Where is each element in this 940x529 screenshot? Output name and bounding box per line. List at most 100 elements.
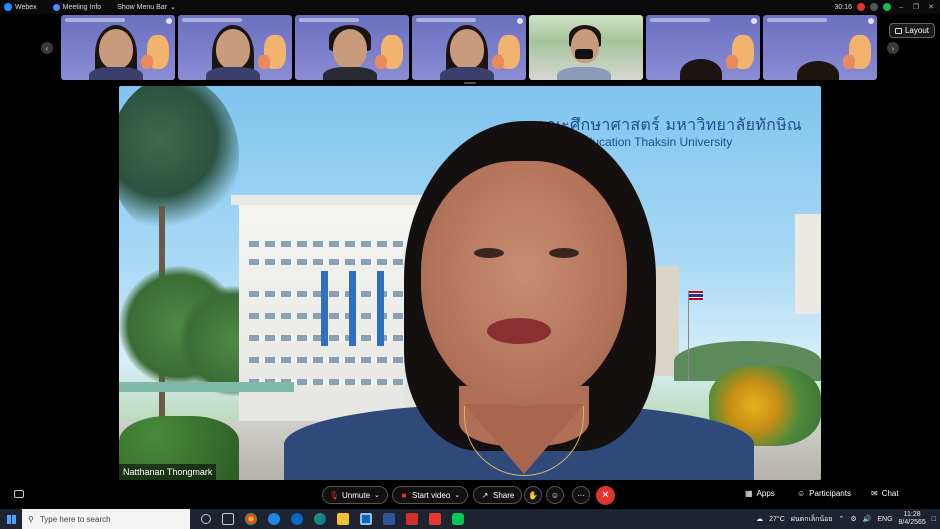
- file-explorer-icon[interactable]: [337, 513, 349, 525]
- participant-tile[interactable]: [646, 15, 760, 80]
- layout-grid-icon: [894, 27, 902, 34]
- windows-taskbar: ⚲ Type here to search ☁ 27°C ฝนตกเล็กน้อ…: [0, 509, 940, 529]
- search-placeholder: Type here to search: [39, 514, 111, 524]
- powerpoint-icon[interactable]: [429, 513, 441, 525]
- tile-status-icon: [751, 18, 757, 24]
- edge-new-icon[interactable]: [314, 513, 326, 525]
- language-indicator[interactable]: ENG: [877, 516, 892, 523]
- webex-brand[interactable]: Webex: [4, 3, 37, 11]
- start-button[interactable]: [0, 509, 22, 529]
- more-options-button[interactable]: ···: [572, 486, 590, 504]
- weather-text[interactable]: ฝนตกเล็กน้อย: [791, 514, 833, 525]
- share-label: Share: [493, 490, 515, 500]
- restore-icon[interactable]: ❐: [911, 3, 921, 11]
- participant-tile[interactable]: [763, 15, 877, 80]
- minimize-icon[interactable]: –: [896, 4, 906, 11]
- participant-tile[interactable]: [61, 15, 175, 80]
- task-view-icon[interactable]: [222, 513, 234, 525]
- webex-active-icon[interactable]: [360, 513, 372, 525]
- chevron-down-icon[interactable]: ⌄: [374, 491, 380, 499]
- layout-label: Layout: [904, 26, 930, 35]
- system-tray: ☁ 27°C ฝนตกเล็กน้อย ⌃ ⚙ 🔊 ENG 11:28 8/4/…: [756, 509, 936, 529]
- clock-date: 8/4/2565: [898, 519, 926, 526]
- participant-filmstrip: [61, 15, 877, 81]
- meeting-info-label: Meeting Info: [62, 3, 102, 11]
- captions-icon[interactable]: [14, 490, 24, 498]
- chevron-up-icon[interactable]: ⌃: [838, 515, 844, 523]
- edge-icon[interactable]: [268, 513, 280, 525]
- info-icon: [52, 3, 60, 11]
- notifications-icon[interactable]: □: [932, 516, 936, 523]
- app-name: Webex: [15, 3, 37, 11]
- close-icon[interactable]: ✕: [926, 3, 936, 11]
- clock-time: 11:28: [903, 511, 921, 518]
- participants-button[interactable]: ☺ Participants: [797, 489, 851, 498]
- hand-icon: ✋: [528, 490, 538, 500]
- windows-logo-icon: [6, 514, 16, 524]
- taskbar-search-input[interactable]: ⚲ Type here to search: [22, 509, 190, 529]
- unmute-button[interactable]: 🎙 Unmute ⌄: [322, 486, 388, 504]
- speaker-face: [421, 161, 627, 406]
- tile-status-icon: [868, 18, 874, 24]
- participant-face: [99, 29, 133, 69]
- layout-button[interactable]: Layout: [889, 23, 935, 38]
- chevron-down-icon[interactable]: ⌄: [454, 491, 460, 499]
- weather-icon[interactable]: ☁: [756, 515, 763, 523]
- participant-face: [216, 29, 250, 69]
- video-off-icon: ■: [401, 490, 407, 500]
- chat-label: Chat: [881, 489, 899, 498]
- start-video-label: Start video: [412, 490, 451, 500]
- participant-tile[interactable]: [295, 15, 409, 80]
- participant-tile[interactable]: [412, 15, 526, 80]
- show-menu-bar-button[interactable]: Show Menu Bar ⌄: [117, 3, 176, 12]
- unmute-label: Unmute: [342, 490, 371, 500]
- chrome-icon[interactable]: [245, 513, 257, 525]
- apps-button[interactable]: ▦ Apps: [745, 489, 775, 498]
- cortana-icon[interactable]: [201, 514, 211, 524]
- apps-label: Apps: [756, 489, 775, 498]
- smiley-icon: ☺: [550, 490, 560, 500]
- menu-bar: Webex Meeting Info Show Menu Bar ⌄ 30:16…: [0, 0, 940, 14]
- participant-tile[interactable]: [178, 15, 292, 80]
- weather-temp[interactable]: 27°C: [769, 516, 785, 523]
- raise-hand-button[interactable]: ✋: [524, 486, 542, 504]
- muted-microphone-icon: 🎙: [328, 490, 340, 500]
- word-icon[interactable]: [383, 513, 395, 525]
- reactions-button[interactable]: ☺: [546, 486, 564, 504]
- speaker-name: Natthanan Thongmark: [123, 467, 213, 477]
- acrobat-icon[interactable]: [406, 513, 418, 525]
- speaker-name-tag: Natthanan Thongmark: [119, 464, 217, 480]
- filmstrip-prev-button[interactable]: ‹: [41, 42, 53, 54]
- recording-icon: [857, 3, 865, 11]
- meeting-info-button[interactable]: Meeting Info: [52, 3, 102, 11]
- end-meeting-button[interactable]: ✕: [596, 486, 615, 505]
- chat-icon: ✉: [871, 489, 878, 498]
- apps-icon: ▦: [745, 489, 753, 498]
- participant-face: [450, 29, 484, 69]
- chevron-left-icon: ‹: [45, 43, 49, 53]
- network-icon[interactable]: ⚙: [850, 515, 856, 523]
- speaker-lips: [487, 318, 551, 344]
- tile-status-icon: [517, 18, 523, 24]
- participant-face: [333, 29, 367, 69]
- volume-icon[interactable]: 🔊: [863, 515, 872, 523]
- participants-label: Participants: [809, 489, 851, 498]
- resize-handle[interactable]: [464, 82, 476, 84]
- face-mask: [575, 49, 593, 59]
- filmstrip-next-button[interactable]: ›: [887, 42, 899, 54]
- tile-status-icon: [166, 18, 172, 24]
- webex-taskbar-icon[interactable]: [291, 513, 303, 525]
- start-video-button[interactable]: ■ Start video ⌄: [392, 486, 469, 504]
- share-button[interactable]: ↗ Share: [473, 486, 523, 504]
- webex-logo-icon: [4, 3, 12, 11]
- search-icon: ⚲: [28, 514, 34, 524]
- chat-button[interactable]: ✉ Chat: [871, 489, 899, 498]
- status-icon: [883, 3, 891, 11]
- meeting-controls: 🎙 Unmute ⌄ ■ Start video ⌄ ↗ Share ✋ ☺ ·…: [0, 483, 940, 507]
- participant-tile[interactable]: [529, 15, 643, 80]
- line-icon[interactable]: [452, 513, 464, 525]
- chevron-down-icon: ⌄: [170, 4, 176, 11]
- taskbar-clock[interactable]: 11:28 8/4/2565: [899, 511, 926, 527]
- active-speaker-video: คณะศึกษาศาสตร์ มหาวิทยาลัยทักษิณ lty of …: [119, 86, 821, 480]
- connection-icon: [870, 3, 878, 11]
